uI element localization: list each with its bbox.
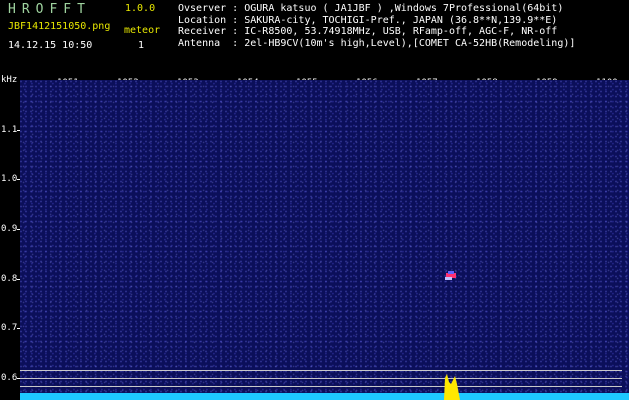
y-tick-mark	[17, 279, 20, 280]
info-row-receiver: Receiver : IC-R8500, 53.74918MHz, USB, R…	[178, 26, 575, 38]
y-tick-mark	[17, 328, 20, 329]
info-label: Location :	[178, 14, 239, 26]
meteor-label: meteor	[124, 25, 161, 36]
timestamp: 14.12.15 10:50	[8, 40, 93, 51]
info-label: Receiver :	[178, 26, 239, 38]
info-value: OGURA katsuo ( JA1JBF ) ,Windows 7Profes…	[244, 3, 564, 14]
y-tick-label: 1.1	[1, 125, 18, 135]
y-axis: 1.1 1.0 0.9 0.8 0.7 0.6	[0, 80, 20, 400]
file-name: JBF1412151050.png	[8, 21, 111, 32]
meteor-count: 1	[138, 40, 145, 51]
info-label: Ovserver :	[178, 3, 239, 14]
info-label: Antenna :	[178, 37, 239, 49]
header-panel: HROFFT 1.0.0 JBF1412151050.png meteor 14…	[0, 0, 629, 78]
reference-line	[20, 370, 622, 371]
y-tick-label: 0.8	[1, 274, 18, 284]
meteor-echo-halo	[448, 271, 454, 274]
y-tick-label: 0.7	[1, 323, 18, 333]
y-tick-mark	[17, 229, 20, 230]
y-tick-label: 0.9	[1, 224, 18, 234]
meteor-echo	[445, 271, 456, 280]
spectrogram-plot	[20, 80, 629, 400]
info-row-antenna: Antenna : 2el-HB9CV(10m's high,Level),[C…	[178, 38, 575, 50]
reference-line	[20, 386, 622, 387]
info-value: SAKURA-city, TOCHIGI-Pref., JAPAN (36.8*…	[244, 14, 558, 26]
info-row-observer: Ovserver : OGURA katsuo ( JA1JBF ) ,Wind…	[178, 3, 575, 15]
reference-line	[20, 378, 622, 379]
y-tick-label: 0.6	[1, 373, 18, 383]
echo-power-spike	[444, 374, 460, 400]
app-title: HROFFT	[8, 2, 91, 17]
info-value: IC-R8500, 53.74918MHz, USB, RFamp-off, A…	[244, 26, 558, 38]
info-value: 2el-HB9CV(10m's high,Level),[COMET CA-52…	[244, 37, 576, 49]
echo-power-peak	[444, 374, 460, 400]
station-info: Ovserver : OGURA katsuo ( JA1JBF ) ,Wind…	[178, 3, 575, 49]
y-tick-mark	[17, 179, 20, 180]
app-version: 1.0.0	[125, 3, 156, 14]
y-tick-label: 1.0	[1, 174, 18, 184]
info-row-location: Location : SAKURA-city, TOCHIGI-Pref., J…	[178, 15, 575, 27]
meteor-echo-tail	[445, 277, 452, 280]
signal-baseline	[20, 393, 629, 400]
y-tick-mark	[17, 130, 20, 131]
